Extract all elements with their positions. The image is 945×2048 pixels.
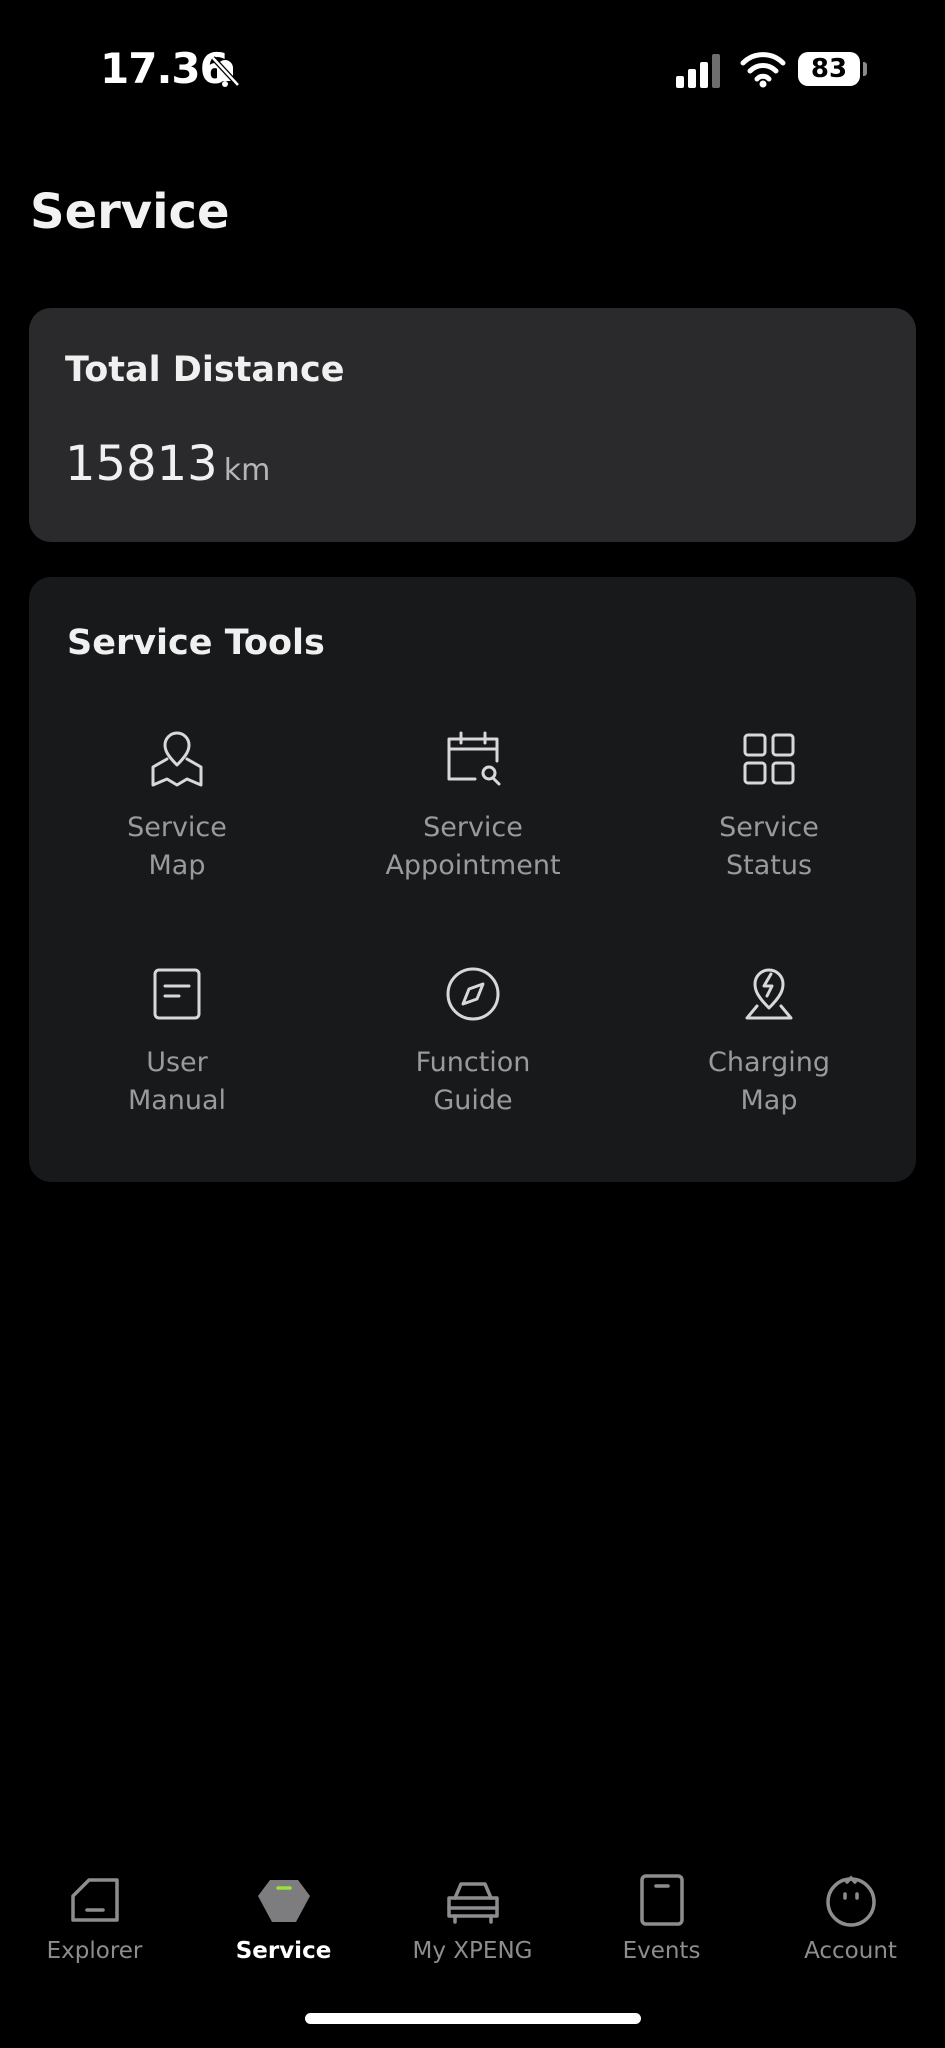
battery-level: 83 <box>798 52 860 86</box>
battery-icon <box>863 62 867 76</box>
service-tools-card: Service Tools Service Map Service Appointm… <box>29 577 916 1182</box>
service-status-label: Service Status <box>719 812 819 881</box>
distance-unit: km <box>223 453 271 488</box>
function-guide-button[interactable]: Function Guide <box>325 962 621 1162</box>
total-distance-label: Total Distance <box>65 350 345 390</box>
nav-account[interactable]: Account <box>756 1850 945 1970</box>
charging-map-button[interactable]: Charging Map <box>621 962 917 1162</box>
document-icon <box>153 968 201 1020</box>
nav-explorer[interactable]: Explorer <box>0 1850 189 1970</box>
total-distance-card[interactable]: Total Distance 15813 km <box>29 308 916 542</box>
service-appointment-label: Service Appointment <box>385 812 561 881</box>
service-map-button[interactable]: Service Map <box>29 727 325 927</box>
signal-icon <box>676 54 720 88</box>
compass-icon <box>446 967 500 1021</box>
nav-service[interactable]: Service <box>189 1850 378 1970</box>
nav-service-label: Service <box>235 1938 332 1964</box>
service-icon <box>257 1880 310 1922</box>
service-tools-title: Service Tools <box>67 623 325 663</box>
account-icon <box>825 1875 876 1927</box>
nav-explorer-label: Explorer <box>46 1938 143 1964</box>
nav-account-label: Account <box>804 1938 897 1964</box>
nav-my-xpeng-label: My XPENG <box>412 1938 533 1964</box>
total-distance-value: 15813 km <box>65 436 270 492</box>
grid-icon <box>743 733 795 785</box>
charging-pin-icon <box>745 968 793 1020</box>
status-bar: 17.36 83 <box>0 0 945 140</box>
map-pin-icon <box>151 731 203 787</box>
home-indicator <box>305 2013 641 2024</box>
user-manual-button[interactable]: User Manual <box>29 962 325 1162</box>
distance-number: 15813 <box>65 436 218 492</box>
home-icon <box>70 1878 119 1922</box>
page-title: Service <box>30 184 230 240</box>
calendar-search-icon <box>447 731 501 786</box>
car-icon <box>446 1882 499 1924</box>
nav-events[interactable]: Events <box>567 1850 756 1970</box>
events-icon <box>639 1874 684 1926</box>
service-appointment-button[interactable]: Service Appointment <box>325 727 621 927</box>
bottom-nav: Explorer Service My XPENG Events Account <box>0 1850 945 1970</box>
bell-slash-icon <box>211 56 240 87</box>
function-guide-label: Function Guide <box>415 1047 531 1116</box>
nav-my-xpeng[interactable]: My XPENG <box>378 1850 567 1970</box>
nav-events-label: Events <box>622 1938 701 1964</box>
wifi-icon <box>740 52 786 88</box>
service-status-button[interactable]: Service Status <box>621 727 917 927</box>
charging-map-label: Charging Map <box>707 1047 831 1116</box>
service-map-label: Service Map <box>127 812 227 881</box>
user-manual-label: User Manual <box>127 1047 227 1116</box>
